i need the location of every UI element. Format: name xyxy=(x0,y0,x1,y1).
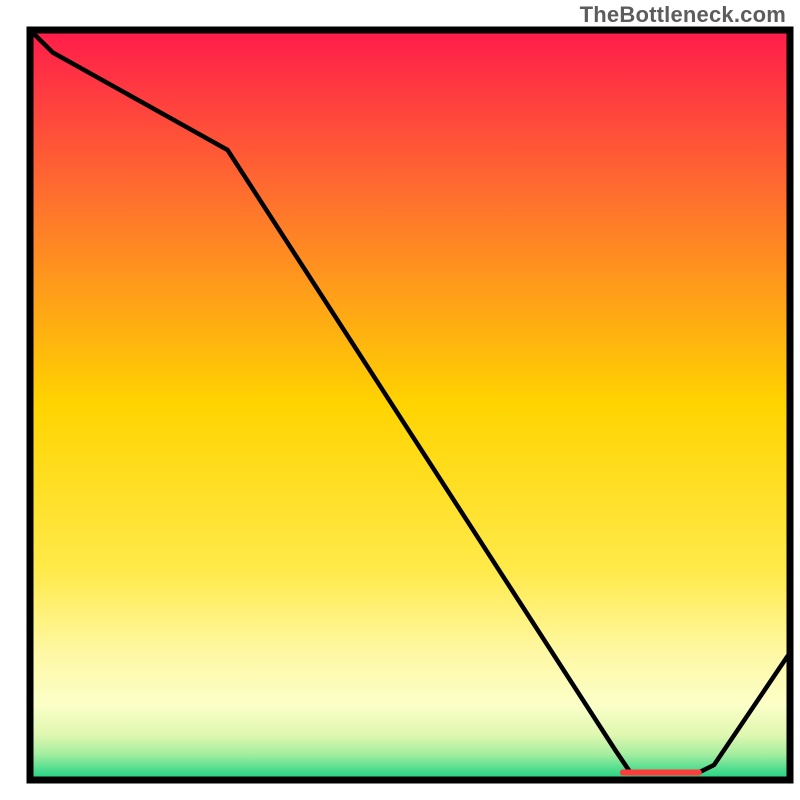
plot-background xyxy=(30,30,790,780)
chart-stage: TheBottleneck.com xyxy=(0,0,800,800)
bottleneck-chart xyxy=(0,0,800,800)
